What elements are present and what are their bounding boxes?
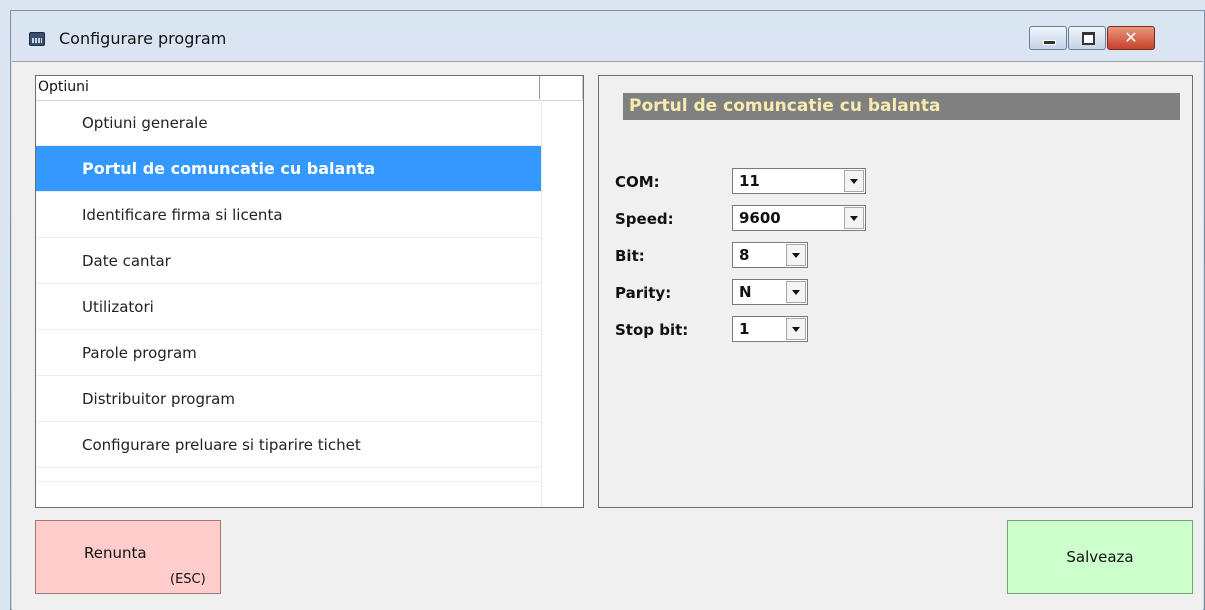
chevron-down-icon[interactable] <box>844 170 864 192</box>
speed-select[interactable]: 9600 <box>732 205 866 231</box>
list-item-identificare-firma[interactable]: Identificare firma si licenta <box>36 192 541 238</box>
config-window: Configurare program ✕ Optiuni Optiuni ge… <box>10 10 1205 610</box>
chevron-down-icon[interactable] <box>786 318 806 340</box>
com-label: COM: <box>615 173 660 191</box>
minimize-button[interactable] <box>1029 26 1067 50</box>
close-button[interactable]: ✕ <box>1107 26 1155 50</box>
cancel-button-label: Renunta <box>84 544 147 562</box>
list-item-distribuitor-program[interactable]: Distribuitor program <box>36 376 541 422</box>
bit-label: Bit: <box>615 247 645 265</box>
title-bar[interactable]: Configurare program ✕ <box>11 11 1204 61</box>
window-title: Configurare program <box>59 29 227 48</box>
bit-select[interactable]: 8 <box>732 242 808 268</box>
bit-value: 8 <box>739 246 750 264</box>
client-area: Optiuni Optiuni generale Portul de comun… <box>12 61 1203 610</box>
stop-bit-select[interactable]: 1 <box>732 316 808 342</box>
panel-title: Portul de comuncatie cu balanta <box>623 93 1180 120</box>
speed-label: Speed: <box>615 210 674 228</box>
column-divider <box>541 100 542 507</box>
speed-value: 9600 <box>739 209 781 227</box>
list-item-portul-comunicatie[interactable]: Portul de comuncatie cu balanta <box>36 146 541 192</box>
close-icon: ✕ <box>1124 28 1138 47</box>
minimize-icon <box>1043 40 1056 45</box>
stop-bit-value: 1 <box>739 320 750 338</box>
list-header: Optiuni <box>36 76 583 101</box>
list-column-header-empty[interactable] <box>541 76 583 99</box>
app-icon <box>29 32 45 46</box>
parity-label: Parity: <box>615 284 672 302</box>
list-item-optiuni-generale[interactable]: Optiuni generale <box>36 100 541 146</box>
list-item-date-cantar[interactable]: Date cantar <box>36 238 541 284</box>
cancel-shortcut-hint: (ESC) <box>170 572 206 587</box>
chevron-down-icon[interactable] <box>786 244 806 266</box>
list-item-utilizatori[interactable]: Utilizatori <box>36 284 541 330</box>
list-column-header-optiuni[interactable]: Optiuni <box>36 76 540 99</box>
list-item-empty <box>36 468 541 482</box>
list-item-configurare-tichet[interactable]: Configurare preluare si tiparire tichet <box>36 422 541 468</box>
chevron-down-icon[interactable] <box>844 207 864 229</box>
chevron-down-icon[interactable] <box>786 281 806 303</box>
stop-bit-label: Stop bit: <box>615 321 689 339</box>
save-button[interactable]: Salveaza <box>1007 520 1193 594</box>
list-item-parole-program[interactable]: Parole program <box>36 330 541 376</box>
options-list[interactable]: Optiuni Optiuni generale Portul de comun… <box>35 75 584 508</box>
parity-select[interactable]: N <box>732 279 808 305</box>
settings-panel: Portul de comuncatie cu balanta COM: 11 … <box>598 75 1193 508</box>
cancel-button[interactable]: Renunta (ESC) <box>35 520 221 594</box>
parity-value: N <box>739 283 752 301</box>
maximize-button[interactable] <box>1068 26 1106 50</box>
com-value: 11 <box>739 172 760 190</box>
maximize-icon <box>1082 32 1095 45</box>
com-select[interactable]: 11 <box>732 168 866 194</box>
